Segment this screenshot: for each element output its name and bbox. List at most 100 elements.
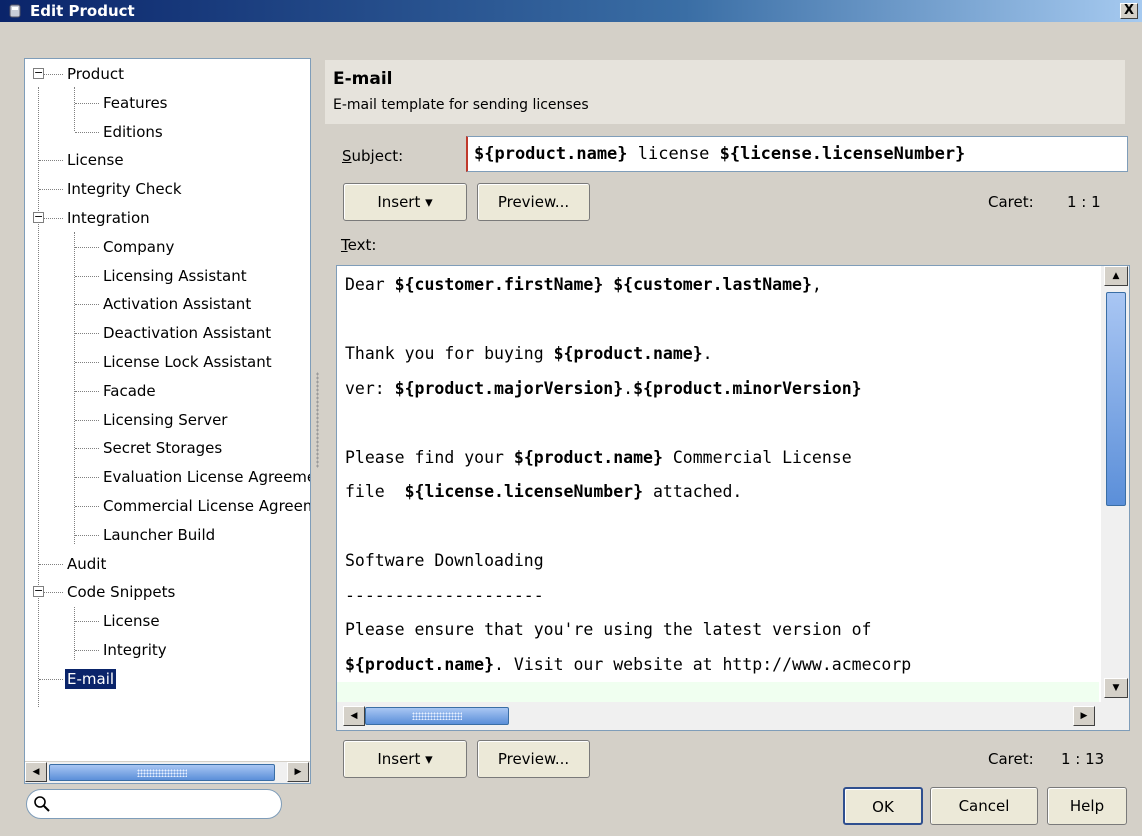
editor-line: Software Downloading [345, 544, 544, 578]
editor-token: ${product.minorVersion} [633, 379, 862, 398]
editor-token: . [702, 344, 713, 363]
tree-guide-line [75, 650, 99, 651]
editor-token: file [345, 482, 405, 501]
scroll-right-arrow-icon[interactable]: ▶ [287, 762, 309, 782]
text-label-text: ext: [347, 236, 377, 254]
tree-guide-line [75, 276, 99, 277]
tree-item-product[interactable]: Product [65, 63, 126, 85]
tree-item-label: License [67, 151, 124, 169]
editor-content[interactable]: Dear ${customer.firstName} ${customer.la… [337, 266, 1099, 702]
tree-item-license-lock-assistant[interactable]: License Lock Assistant [101, 351, 274, 373]
text-caret-value: 1 : 13 [1061, 750, 1105, 768]
collapse-icon[interactable]: − [33, 67, 44, 79]
subject-preview-button[interactable]: Preview... [477, 183, 590, 221]
scroll-up-arrow-icon[interactable]: ▲ [1104, 266, 1128, 286]
tree-item-features[interactable]: Features [101, 92, 170, 114]
help-button[interactable]: Help [1047, 787, 1127, 825]
subject-label-mnemonic: S [342, 147, 352, 165]
editor-line: Dear ${customer.firstName} ${customer.la… [345, 268, 822, 302]
editor-token: ${customer.lastName} [613, 275, 812, 294]
tree-item-licensing-assistant[interactable]: Licensing Assistant [101, 265, 249, 287]
tree-guide-line [39, 160, 63, 161]
search-input[interactable] [26, 789, 282, 819]
editor-line: file ${license.licenseNumber} attached. [345, 475, 742, 509]
tree-item-label: Integrity Check [67, 180, 182, 198]
editor-line: Thank you for buying ${product.name}. [345, 337, 713, 371]
tree-item-integration[interactable]: Integration [65, 207, 152, 229]
tree-item-commercial-license-agreement[interactable]: Commercial License Agreement [101, 495, 310, 517]
tree-guide-line [38, 87, 39, 707]
ok-button[interactable]: OK [843, 787, 923, 825]
cancel-button[interactable]: Cancel [930, 787, 1038, 825]
tree-item-integrity[interactable]: Integrity [101, 639, 169, 661]
tree-item-e-mail[interactable]: E-mail [65, 668, 117, 690]
tree-item-code-snippets[interactable]: Code Snippets [65, 581, 177, 603]
collapse-icon[interactable]: − [33, 585, 44, 597]
editor-horizontal-scrollbar[interactable]: ◀ ▶ [337, 702, 1129, 730]
text-preview-button[interactable]: Preview... [477, 740, 590, 778]
editor-token: ${product.name} [513, 448, 663, 467]
scroll-thumb[interactable] [49, 764, 275, 781]
tree-item-evaluation-license-agreement[interactable]: Evaluation License Agreement [101, 466, 310, 488]
tree-item-launcher-build[interactable]: Launcher Build [101, 524, 217, 546]
tree-item-label: Deactivation Assistant [103, 324, 272, 342]
tree-item-label: Code Snippets [67, 583, 176, 601]
subject-field[interactable]: ${product.name} license ${license.licens… [466, 136, 1128, 172]
close-button[interactable]: X [1120, 3, 1138, 19]
tree-guide-line [75, 621, 99, 622]
tree-guide-line [75, 304, 99, 305]
editor-line: ver: ${product.majorVersion}.${product.m… [345, 372, 862, 406]
tree-item-facade[interactable]: Facade [101, 380, 158, 402]
editor-token: Dear [345, 275, 395, 294]
editor-line [337, 682, 1099, 702]
editor-token: , [811, 275, 822, 294]
title-bar: Edit Product X [0, 0, 1142, 22]
scroll-right-arrow-icon[interactable]: ▶ [1073, 706, 1095, 726]
tree-item-license[interactable]: License [65, 149, 126, 171]
subject-token: license [627, 144, 720, 164]
editor-token: ${license.licenseNumber} [404, 482, 644, 501]
tree-item-label: Company [103, 238, 175, 256]
editor-line: -------------------- [345, 579, 544, 613]
scroll-down-arrow-icon[interactable]: ▼ [1104, 678, 1128, 698]
scroll-left-arrow-icon[interactable]: ◀ [343, 706, 365, 726]
tree-item-licensing-server[interactable]: Licensing Server [101, 409, 229, 431]
editor-vertical-scrollbar[interactable]: ▲ ▼ [1101, 266, 1129, 702]
editor-scroll-thumb[interactable] [1106, 292, 1126, 506]
tree-guide-line [75, 535, 99, 536]
tree-guide-line [75, 391, 99, 392]
editor-hscroll-thumb[interactable] [365, 707, 509, 725]
text-editor[interactable]: Dear ${customer.firstName} ${customer.la… [336, 265, 1130, 731]
tree-item-editions[interactable]: Editions [101, 121, 165, 143]
tree-guide-line [75, 448, 99, 449]
collapse-icon[interactable]: − [33, 211, 44, 223]
tree-item-label: License Lock Assistant [103, 353, 272, 371]
panel-title: E-mail [333, 69, 393, 89]
tree-item-label: License [103, 612, 160, 630]
editor-token: -------------------- [345, 586, 544, 605]
tree-guide-line [75, 506, 99, 507]
editor-token: . [623, 379, 634, 398]
text-insert-button[interactable]: Insert ▾ [343, 740, 467, 778]
panel-splitter[interactable] [316, 372, 319, 468]
tree-horizontal-scrollbar[interactable]: ◀ ▶ [25, 761, 310, 783]
editor-token: . Visit our website at http://www.acmeco… [494, 655, 912, 674]
editor-token: ${product.name} [553, 344, 703, 363]
text-label: Text: [341, 236, 376, 254]
tree-item-label: E-mail [65, 669, 117, 689]
subject-caret-label: Caret: [988, 193, 1034, 211]
editor-token: Commercial License [662, 448, 852, 467]
tree-item-license[interactable]: License [101, 610, 162, 632]
tree-item-company[interactable]: Company [101, 236, 176, 258]
tree-guide-line [75, 477, 99, 478]
subject-token: ${product.name} [474, 144, 628, 164]
subject-insert-button[interactable]: Insert ▾ [343, 183, 467, 221]
tree-item-deactivation-assistant[interactable]: Deactivation Assistant [101, 322, 273, 344]
tree-item-audit[interactable]: Audit [65, 553, 108, 575]
tree-item-integrity-check[interactable]: Integrity Check [65, 178, 184, 200]
tree-item-secret-storages[interactable]: Secret Storages [101, 437, 224, 459]
subject-label-text: ubject: [351, 147, 404, 165]
subject-label: Subject: [342, 147, 403, 165]
tree-item-activation-assistant[interactable]: Activation Assistant [101, 293, 253, 315]
scroll-left-arrow-icon[interactable]: ◀ [25, 762, 47, 782]
